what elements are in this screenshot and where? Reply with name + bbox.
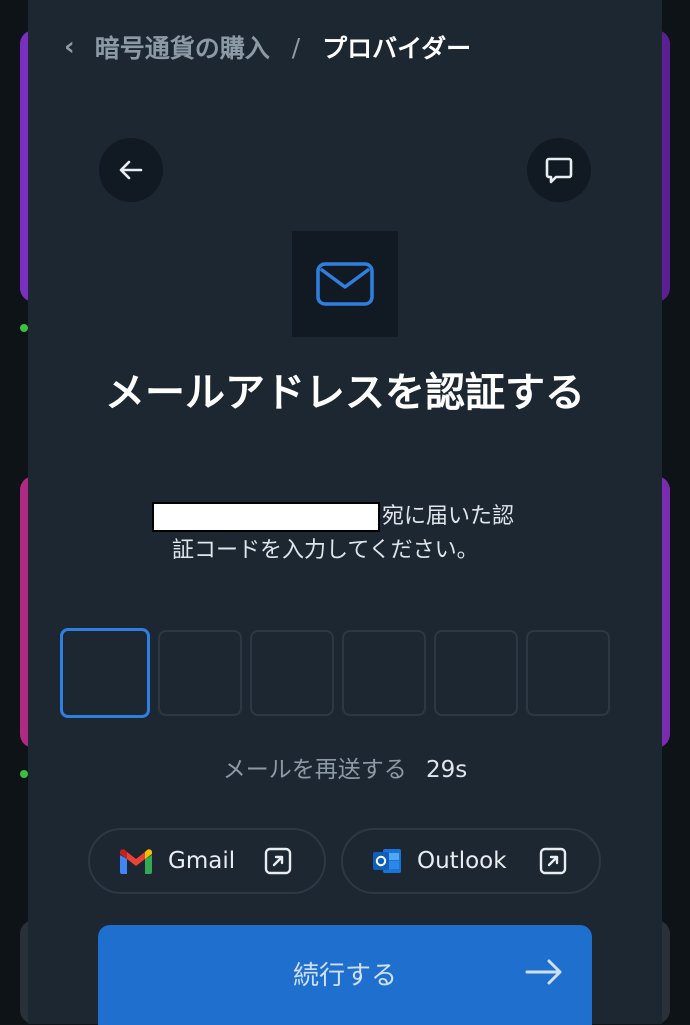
page-title: メールアドレスを認証する <box>88 362 602 424</box>
redacted-email-address <box>152 502 380 532</box>
outlook-label: Outlook <box>417 848 507 874</box>
resend-email-link[interactable]: メールを再送する <box>223 757 407 783</box>
background-status-dot <box>20 770 28 778</box>
arrow-left-icon <box>117 156 145 184</box>
external-link-icon <box>539 847 567 875</box>
arrow-right-icon <box>524 957 564 987</box>
chat-bubble-icon <box>543 154 575 186</box>
external-link-icon <box>264 847 292 875</box>
background-status-dot <box>20 324 28 332</box>
chevron-left-icon[interactable]: ‹ <box>64 32 75 62</box>
gmail-label: Gmail <box>168 848 235 874</box>
outlook-logo-icon <box>371 846 403 876</box>
code-digit-input[interactable] <box>60 628 150 718</box>
code-digit-input[interactable] <box>526 630 610 716</box>
support-chat-button[interactable] <box>527 138 591 202</box>
code-digit-input[interactable] <box>158 630 242 716</box>
resend-email-row: メールを再送する 29s <box>28 750 662 784</box>
gmail-logo-icon <box>118 847 154 875</box>
resend-countdown: 29s <box>426 757 467 783</box>
verification-code-input <box>60 630 610 718</box>
instruction-line-2: 証コードを入力してください。 <box>128 534 568 568</box>
continue-button-label: 続行する <box>98 955 592 992</box>
breadcrumb-current: プロバイダー <box>322 29 471 65</box>
code-digit-input[interactable] <box>342 630 426 716</box>
breadcrumb: ‹ 暗号通貨の購入 / プロバイダー <box>64 30 471 64</box>
email-envelope-tile <box>292 231 398 337</box>
instruction-line-1: 宛に届いた認 <box>382 500 514 534</box>
breadcrumb-parent[interactable]: 暗号通貨の購入 <box>95 29 270 65</box>
breadcrumb-separator: / <box>292 33 300 62</box>
code-digit-input[interactable] <box>434 630 518 716</box>
open-outlook-button[interactable]: Outlook <box>341 828 601 894</box>
verify-email-sheet: ‹ 暗号通貨の購入 / プロバイダー メールアドレスを認証する 宛に届いた認 証… <box>28 0 662 1024</box>
open-gmail-button[interactable]: Gmail <box>88 828 326 894</box>
instruction-text: 宛に届いた認 証コードを入力してください。 <box>128 500 568 568</box>
back-button[interactable] <box>99 138 163 202</box>
code-digit-input[interactable] <box>250 630 334 716</box>
envelope-icon <box>316 262 374 306</box>
continue-button[interactable]: 続行する <box>98 925 592 1025</box>
